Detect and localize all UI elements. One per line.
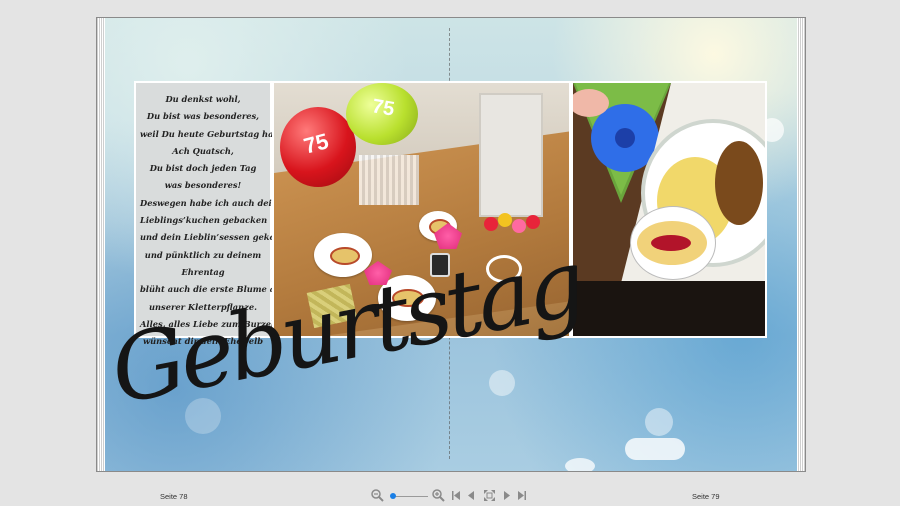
poem-line: Du denkst wohl, <box>165 94 241 104</box>
bokeh-light <box>625 438 685 460</box>
cake-slice <box>330 247 360 265</box>
poem-line: und pünktlich zu deinem <box>144 249 262 260</box>
previous-page-icon[interactable] <box>466 488 476 502</box>
last-page-icon[interactable] <box>516 488 526 502</box>
flower <box>498 213 512 227</box>
zoom-slider-handle[interactable] <box>390 493 396 499</box>
poem-line: Lieblings’kuchen gebacken <box>140 215 268 226</box>
left-page-number: Seite 78 <box>160 492 188 501</box>
viewer-toolbar: Seite 78 Seite 79 <box>0 480 900 506</box>
bokeh-light <box>565 458 595 471</box>
left-page-edges <box>97 18 105 471</box>
balloon-number: 75 <box>370 95 397 121</box>
fit-to-window-icon[interactable] <box>482 488 496 502</box>
food-flower-photo <box>571 81 767 338</box>
red-balloon: 75 <box>280 107 356 187</box>
poem-line: Du bist doch jeden Tag <box>149 163 257 174</box>
balloon-number: 75 <box>301 128 332 159</box>
next-page-icon[interactable] <box>501 488 511 502</box>
poem-line: was besonderes! <box>164 180 242 191</box>
bokeh-light <box>645 408 673 436</box>
window-frame <box>479 93 543 217</box>
bokeh-light <box>489 370 515 396</box>
green-balloon: 75 <box>346 83 418 145</box>
poem-line: weil Du heute Geburtstag hast? <box>140 128 287 139</box>
flower <box>484 217 498 231</box>
flower <box>526 215 540 229</box>
right-page-edges <box>797 18 805 471</box>
jam-filling <box>651 235 691 251</box>
poem-line: Ach Quatsch, <box>172 145 234 156</box>
photo-book-spread: Du denkst wohl, Du bist was besonderes, … <box>96 17 806 472</box>
zoom-slider-track[interactable] <box>392 496 428 497</box>
poem-line: Du bist was besonderes, <box>146 111 260 122</box>
first-page-icon[interactable] <box>451 488 461 502</box>
right-page-number: Seite 79 <box>692 492 720 501</box>
zoom-in-icon[interactable] <box>431 488 445 502</box>
zoom-out-icon[interactable] <box>370 488 384 502</box>
cake-roll-inset <box>631 207 715 279</box>
poem-line: und dein Lieblin’sessen gekocht <box>140 232 290 243</box>
poem-line: Deswegen habe ich auch deinen <box>140 197 290 208</box>
flower <box>512 219 526 233</box>
poem-line: Ehrentag <box>181 266 225 277</box>
spread-background: Du denkst wohl, Du bist was besonderes, … <box>105 18 797 471</box>
schnitzel <box>715 141 763 225</box>
chair-back <box>359 155 419 205</box>
dark-table-bottom <box>573 281 765 336</box>
